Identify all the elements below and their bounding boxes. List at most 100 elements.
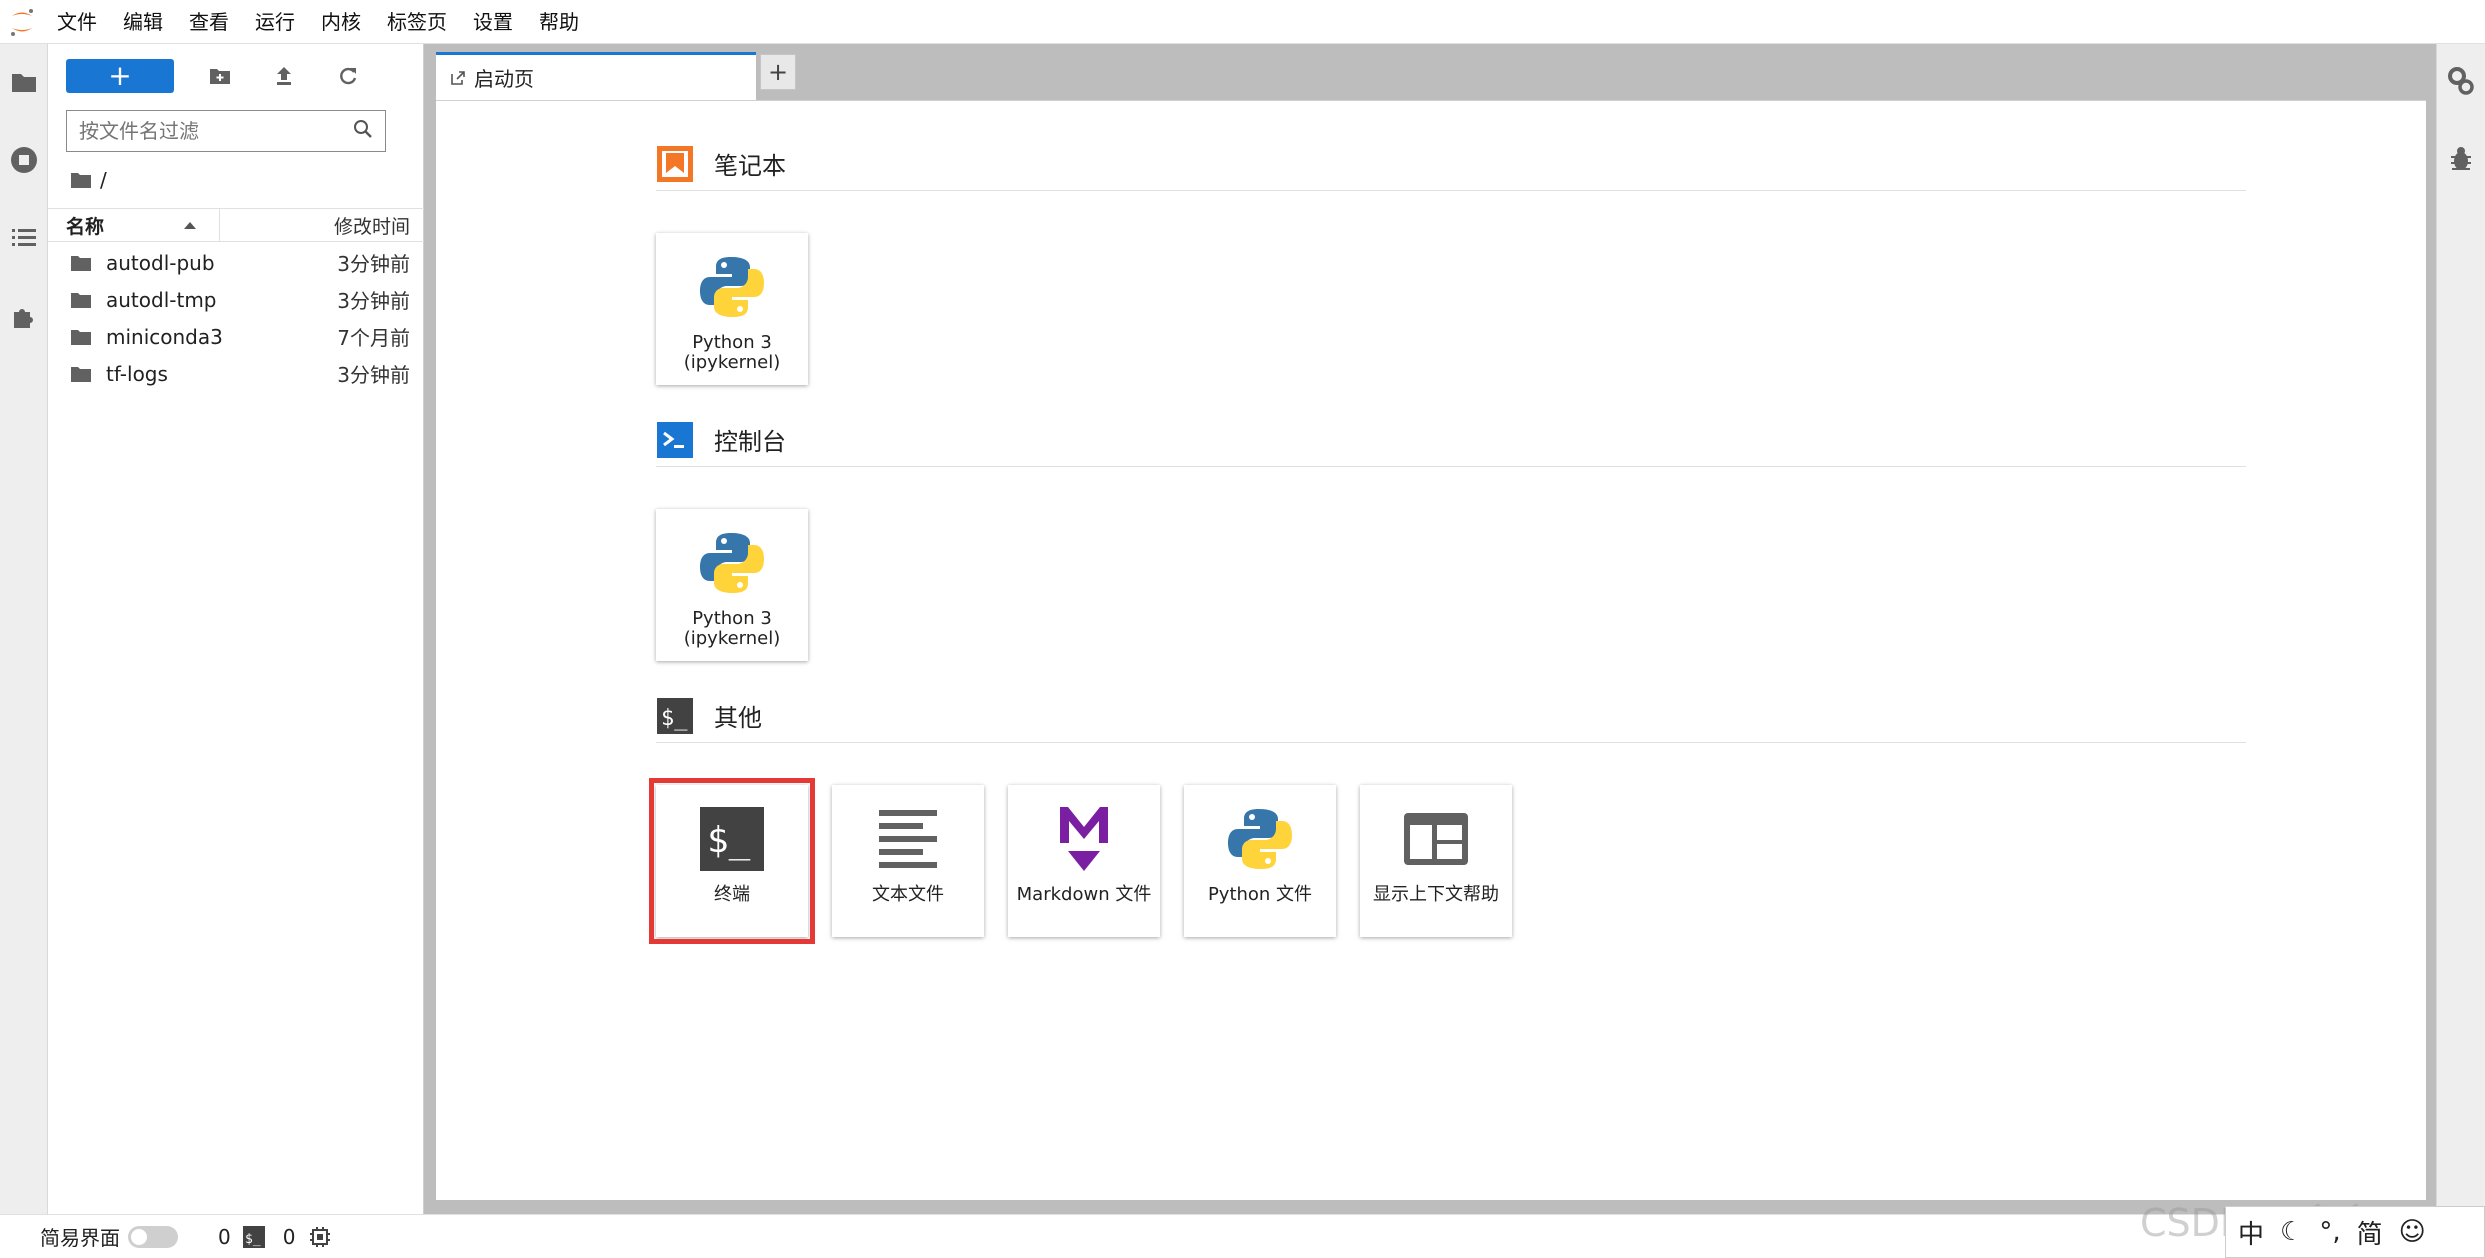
- menu-file[interactable]: 文件: [44, 0, 110, 44]
- file-row[interactable]: autodl-tmp 3分钟前: [48, 281, 424, 318]
- file-browser: + / 名称 修改时间 autod: [48, 44, 424, 1214]
- file-modified: 3分钟前: [337, 363, 410, 387]
- ime-language[interactable]: 中: [2238, 1214, 2264, 1251]
- sort-ascending-icon: [183, 220, 197, 230]
- python-logo-icon: [696, 251, 768, 323]
- python-logo-icon: [1224, 803, 1296, 875]
- section-other: $_ 其他: [656, 689, 2246, 743]
- card-label: 显示上下文帮助: [1373, 884, 1499, 905]
- terminals-count[interactable]: 0: [283, 1225, 296, 1249]
- file-name: miniconda3: [106, 324, 223, 349]
- column-name-label: 名称: [66, 215, 105, 238]
- ime-mode[interactable]: 简: [2357, 1214, 2383, 1251]
- card-label: Markdown 文件: [1016, 884, 1152, 905]
- tab-bar: 启动页 +: [424, 44, 2436, 100]
- folder-icon: [70, 364, 92, 384]
- card-label: 文本文件: [872, 884, 944, 905]
- svg-text:$_: $_: [245, 1232, 261, 1247]
- moon-icon[interactable]: ☾: [2280, 1217, 2303, 1247]
- file-name: autodl-tmp: [106, 287, 217, 312]
- main-dock-area: 启动页 + 笔记本 Python 3 (ipykernel) 控制台 Pytho…: [424, 44, 2436, 1214]
- folder-icon: [70, 290, 92, 310]
- table-of-contents-icon[interactable]: [8, 222, 40, 254]
- new-launcher-button[interactable]: +: [66, 59, 174, 93]
- menu-run[interactable]: 运行: [242, 0, 308, 44]
- card-label: Python 文件: [1207, 884, 1313, 905]
- column-modified-header[interactable]: 修改时间: [220, 212, 424, 239]
- markdown-file-card[interactable]: Markdown 文件: [1008, 785, 1160, 937]
- running-sessions-icon[interactable]: [8, 144, 40, 176]
- status-bar: 简易界面 0 $_ 0: [0, 1214, 2485, 1258]
- debugger-icon[interactable]: [2449, 146, 2473, 176]
- menu-kernel[interactable]: 内核: [308, 0, 374, 44]
- markdown-icon: [1048, 803, 1120, 875]
- add-tab-button[interactable]: +: [760, 54, 796, 90]
- file-row[interactable]: autodl-pub 3分钟前: [48, 244, 424, 281]
- file-browser-toolbar: +: [66, 58, 366, 94]
- punctuation-icon[interactable]: °,: [2319, 1217, 2340, 1247]
- smiley-icon[interactable]: ☺: [2399, 1217, 2426, 1247]
- card-label: Python 3 (ipykernel): [683, 332, 781, 373]
- section-title: 笔记本: [714, 152, 786, 180]
- new-folder-icon[interactable]: [202, 59, 238, 93]
- file-name: tf-logs: [106, 361, 168, 386]
- svg-text:$_: $_: [661, 706, 688, 731]
- property-inspector-icon[interactable]: [2447, 66, 2475, 100]
- breadcrumb: /: [70, 168, 107, 192]
- left-activity-bar: [0, 44, 48, 1214]
- column-name-header[interactable]: 名称: [48, 209, 220, 241]
- terminal-icon: $_: [696, 803, 768, 875]
- simple-mode-toggle[interactable]: [128, 1225, 178, 1248]
- folder-icon: [70, 327, 92, 347]
- menu-tabs[interactable]: 标签页: [374, 0, 460, 44]
- tab-launcher[interactable]: 启动页: [436, 52, 756, 100]
- file-name: autodl-pub: [106, 250, 215, 275]
- file-filter-input[interactable]: [79, 119, 353, 143]
- console-python3-card[interactable]: Python 3 (ipykernel): [656, 509, 808, 661]
- kernel-activity-icon: [309, 1226, 331, 1248]
- context-help-card[interactable]: 显示上下文帮助: [1360, 785, 1512, 937]
- jupyter-logo-icon[interactable]: [0, 0, 44, 44]
- folder-icon[interactable]: [8, 66, 40, 98]
- file-modified: 3分钟前: [337, 289, 410, 313]
- notebook-icon: [656, 145, 694, 183]
- home-folder-icon[interactable]: [70, 171, 92, 189]
- tab-label: 启动页: [474, 67, 534, 91]
- filter-box: [66, 110, 386, 152]
- console-icon: [656, 421, 694, 459]
- simple-mode-label: 简易界面: [40, 1226, 120, 1250]
- terminal-status-icon: $_: [242, 1225, 265, 1248]
- menu-bar: 文件 编辑 查看 运行 内核 标签页 设置 帮助: [0, 0, 2485, 44]
- menu-help[interactable]: 帮助: [526, 0, 592, 44]
- upload-icon[interactable]: [266, 59, 302, 93]
- section-console: 控制台: [656, 413, 2246, 467]
- text-file-icon: [872, 803, 944, 875]
- python-logo-icon: [696, 527, 768, 599]
- file-list: autodl-pub 3分钟前 autodl-tmp 3分钟前 minicond…: [48, 244, 424, 392]
- card-label: 终端: [714, 884, 750, 905]
- launcher-panel: 笔记本 Python 3 (ipykernel) 控制台 Python 3 (i…: [436, 100, 2426, 1200]
- terminal-card[interactable]: $_ 终端: [649, 778, 815, 944]
- folder-icon: [70, 253, 92, 273]
- extensions-icon[interactable]: [8, 300, 40, 332]
- menu-edit[interactable]: 编辑: [110, 0, 176, 44]
- refresh-icon[interactable]: [330, 59, 366, 93]
- kernels-count[interactable]: 0: [218, 1225, 231, 1249]
- card-label: Python 3 (ipykernel): [683, 608, 781, 649]
- file-modified: 3分钟前: [337, 252, 410, 276]
- launch-icon: [450, 70, 466, 86]
- file-row[interactable]: miniconda3 7个月前: [48, 318, 424, 355]
- python-file-card[interactable]: Python 文件: [1184, 785, 1336, 937]
- notebook-python3-card[interactable]: Python 3 (ipykernel): [656, 233, 808, 385]
- context-help-icon: [1400, 803, 1472, 875]
- file-row[interactable]: tf-logs 3分钟前: [48, 355, 424, 392]
- file-list-header: 名称 修改时间: [48, 208, 424, 242]
- menu-view[interactable]: 查看: [176, 0, 242, 44]
- file-modified: 7个月前: [337, 326, 410, 350]
- right-sidebar: [2436, 44, 2485, 1214]
- section-notebook: 笔记本: [656, 137, 2246, 191]
- breadcrumb-root[interactable]: /: [100, 168, 107, 192]
- menu-settings[interactable]: 设置: [460, 0, 526, 44]
- svg-text:$_: $_: [707, 820, 751, 861]
- text-file-card[interactable]: 文本文件: [832, 785, 984, 937]
